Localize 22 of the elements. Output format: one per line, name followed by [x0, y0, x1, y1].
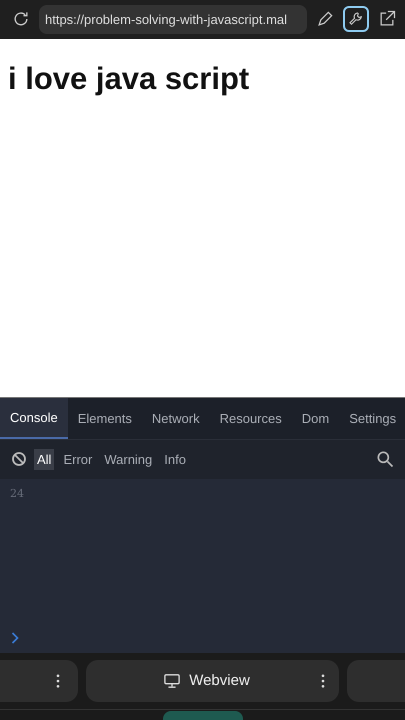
clear-icon[interactable] — [10, 450, 28, 468]
devtools-tab[interactable]: Elements — [68, 398, 142, 439]
url-field[interactable]: https://problem-solving-with-javascript.mal — [39, 4, 307, 34]
tab-card[interactable]: Webview — [86, 660, 339, 702]
filter-button[interactable]: Error — [60, 448, 96, 470]
more-icon[interactable] — [56, 674, 60, 688]
devtools-tab[interactable]: Settings — [339, 398, 405, 439]
filter-button[interactable]: Info — [161, 448, 189, 470]
more-icon[interactable] — [321, 674, 325, 688]
prompt-icon[interactable] — [10, 630, 20, 645]
monitor-icon — [163, 672, 182, 689]
devtools-tab[interactable]: Resources — [210, 398, 292, 439]
devtools-tab[interactable]: Network — [142, 398, 210, 439]
filter-button[interactable]: Warning — [101, 448, 156, 470]
wrench-button[interactable] — [343, 6, 369, 32]
devtools-tab[interactable]: Dom — [292, 398, 340, 439]
console-output: 24 — [10, 486, 25, 500]
devtools-tab[interactable]: Console — [0, 398, 68, 439]
page-heading: i love java script — [8, 60, 250, 97]
search-icon[interactable] — [375, 449, 395, 470]
tab-title: Webview — [189, 672, 250, 690]
filter-button[interactable]: All — [34, 448, 54, 470]
